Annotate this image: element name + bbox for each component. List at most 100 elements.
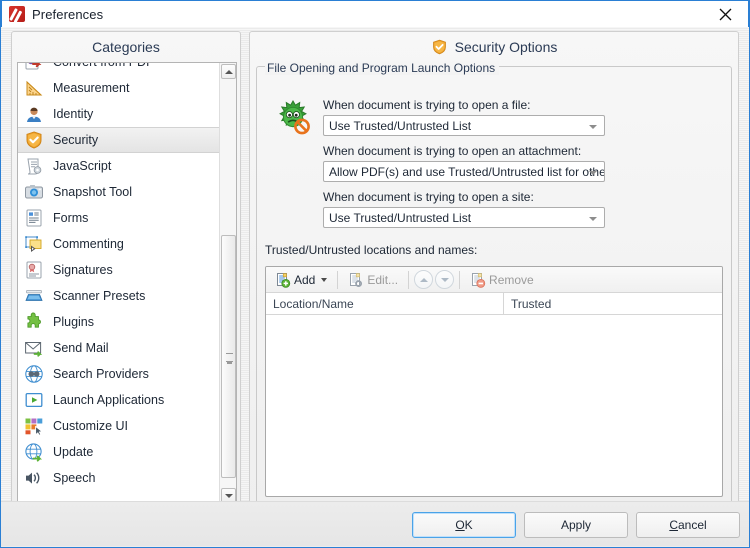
chevron-down-icon	[589, 171, 597, 175]
add-button-label: Add	[294, 272, 316, 287]
signatures-icon	[24, 260, 44, 280]
security-shield-icon	[24, 130, 44, 150]
commenting-icon	[24, 234, 44, 254]
remove-list-icon	[472, 272, 486, 288]
column-header-location-name[interactable]: Location/Name	[266, 293, 504, 314]
remove-button-label: Remove	[489, 272, 534, 287]
sidebar-item-launch-applications[interactable]: Launch Applications	[18, 387, 221, 413]
cancel-button-label: ancel	[677, 518, 707, 532]
sidebar-item-label: Search Providers	[53, 367, 149, 381]
add-button[interactable]: Add	[270, 269, 332, 291]
open-site-value: Use Trusted/Untrusted List	[329, 210, 472, 225]
virus-blocked-icon	[273, 98, 313, 138]
update-icon	[24, 442, 44, 462]
sidebar-item-signatures[interactable]: Signatures	[18, 257, 221, 283]
close-button[interactable]	[702, 1, 748, 27]
sidebar-item-label: Forms	[53, 211, 89, 225]
sidebar-item-label: Launch Applications	[53, 393, 165, 407]
move-up-button[interactable]	[414, 270, 434, 289]
toolbar-separator	[408, 270, 410, 289]
identity-icon	[24, 104, 44, 124]
sidebar-item-label: Speech	[53, 471, 96, 485]
add-list-icon	[277, 272, 291, 288]
sidebar-item-javascript[interactable]: JavaScript	[18, 153, 221, 179]
scroll-up-icon[interactable]	[221, 64, 236, 79]
sidebar-item-forms[interactable]: Forms	[18, 205, 221, 231]
sidebar-item-convert-from-pdf[interactable]: Convert from PDF	[18, 62, 221, 75]
open-site-label: When document is trying to open a site:	[323, 190, 534, 204]
sidebar-item-send-mail[interactable]: Send Mail	[18, 335, 221, 361]
sidebar-item-plugins[interactable]: Plugins	[18, 309, 221, 335]
edit-button-label: Edit...	[367, 272, 399, 287]
pdf-xchange-icon	[9, 6, 25, 22]
sidebar-item-security[interactable]: Security	[18, 127, 221, 153]
list-header-row: Location/Name Trusted	[266, 293, 722, 315]
plugins-icon	[24, 312, 44, 332]
sidebar-item-search-providers[interactable]: Search Providers	[18, 361, 221, 387]
column-header-trusted[interactable]: Trusted	[504, 293, 722, 314]
sidebar-item-label: Measurement	[53, 81, 130, 95]
open-attachment-combobox[interactable]: Allow PDF(s) and use Trusted/Untrusted l…	[323, 161, 605, 182]
snapshot-tool-icon	[24, 182, 44, 202]
sidebar-item-label: Convert from PDF	[53, 62, 154, 69]
sidebar-item-label: JavaScript	[53, 159, 112, 173]
launch-applications-icon	[24, 390, 44, 410]
sidebar-item-snapshot-tool[interactable]: Snapshot Tool	[18, 179, 221, 205]
close-icon	[719, 8, 731, 20]
sidebar-item-customize-ui[interactable]: Customize UI	[18, 413, 221, 439]
open-site-combobox[interactable]: Use Trusted/Untrusted List	[323, 207, 605, 228]
ok-button-mnemonic: O	[455, 518, 465, 532]
apply-button-label: Apply	[560, 518, 592, 532]
sidebar-item-label: Update	[53, 445, 94, 459]
sidebar-item-label: Scanner Presets	[53, 289, 146, 303]
convert-from-pdf-icon	[24, 63, 44, 72]
sidebar-item-scanner-presets[interactable]: Scanner Presets	[18, 283, 221, 309]
ok-button-label: K	[464, 518, 473, 532]
open-file-label: When document is trying to open a file:	[323, 98, 531, 112]
edit-button[interactable]: Edit...	[343, 269, 403, 291]
customize-ui-icon	[24, 416, 44, 436]
cancel-button[interactable]: Cancel	[636, 512, 740, 538]
group-label: File Opening and Program Launch Options	[265, 58, 500, 75]
chevron-down-icon[interactable]	[321, 277, 328, 282]
speech-icon	[24, 468, 44, 488]
open-attachment-value: Allow PDF(s) and use Trusted/Untrusted l…	[329, 164, 605, 179]
categories-listbox[interactable]: Convert from PDF Measurement Identity Se…	[17, 62, 237, 505]
chevron-down-icon	[589, 217, 597, 221]
search-providers-icon	[24, 364, 44, 384]
sidebar-item-label: Snapshot Tool	[53, 185, 132, 199]
javascript-icon	[24, 156, 44, 176]
ok-button[interactable]: OK	[412, 512, 516, 538]
list-body[interactable]	[266, 315, 722, 495]
page-title-label: Security Options	[454, 39, 558, 55]
trusted-locations-label: Trusted/Untrusted locations and names:	[265, 243, 478, 257]
edit-list-icon	[350, 272, 363, 287]
categories-title: Categories	[92, 39, 160, 55]
remove-button[interactable]: Remove	[465, 269, 539, 291]
sidebar-item-speech[interactable]: Speech	[18, 465, 221, 491]
trusted-locations-panel: Add Edit... Remove Location/Name Trusted	[265, 266, 723, 497]
security-options-panel: Security Options File Opening and Progra…	[249, 31, 739, 509]
list-toolbar: Add Edit... Remove	[266, 267, 722, 293]
apply-button[interactable]: Apply	[524, 512, 628, 538]
open-file-combobox[interactable]: Use Trusted/Untrusted List	[323, 115, 605, 136]
move-down-button[interactable]	[435, 270, 455, 289]
forms-icon	[24, 208, 44, 228]
sidebar-item-measurement[interactable]: Measurement	[18, 75, 221, 101]
sidebar-item-commenting[interactable]: Commenting	[18, 231, 221, 257]
security-shield-icon	[431, 38, 448, 56]
toolbar-separator	[337, 270, 339, 289]
sidebar-item-update[interactable]: Update	[18, 439, 221, 465]
chevron-down-icon	[589, 125, 597, 129]
dialog-button-bar: OK Apply Cancel	[1, 501, 749, 546]
open-attachment-label: When document is trying to open an attac…	[323, 144, 582, 158]
sidebar-item-label: Customize UI	[53, 419, 129, 433]
sidebar-item-identity[interactable]: Identity	[18, 101, 221, 127]
scroll-thumb[interactable]	[221, 235, 236, 478]
open-file-value: Use Trusted/Untrusted List	[329, 118, 472, 133]
sidebar-item-label: Plugins	[53, 315, 94, 329]
sidebar-item-label: Send Mail	[53, 341, 109, 355]
categories-panel: Categories Convert from PDF Measurement …	[11, 31, 241, 509]
categories-scrollbar[interactable]	[219, 63, 236, 504]
dialog-body: Categories Convert from PDF Measurement …	[1, 27, 749, 546]
